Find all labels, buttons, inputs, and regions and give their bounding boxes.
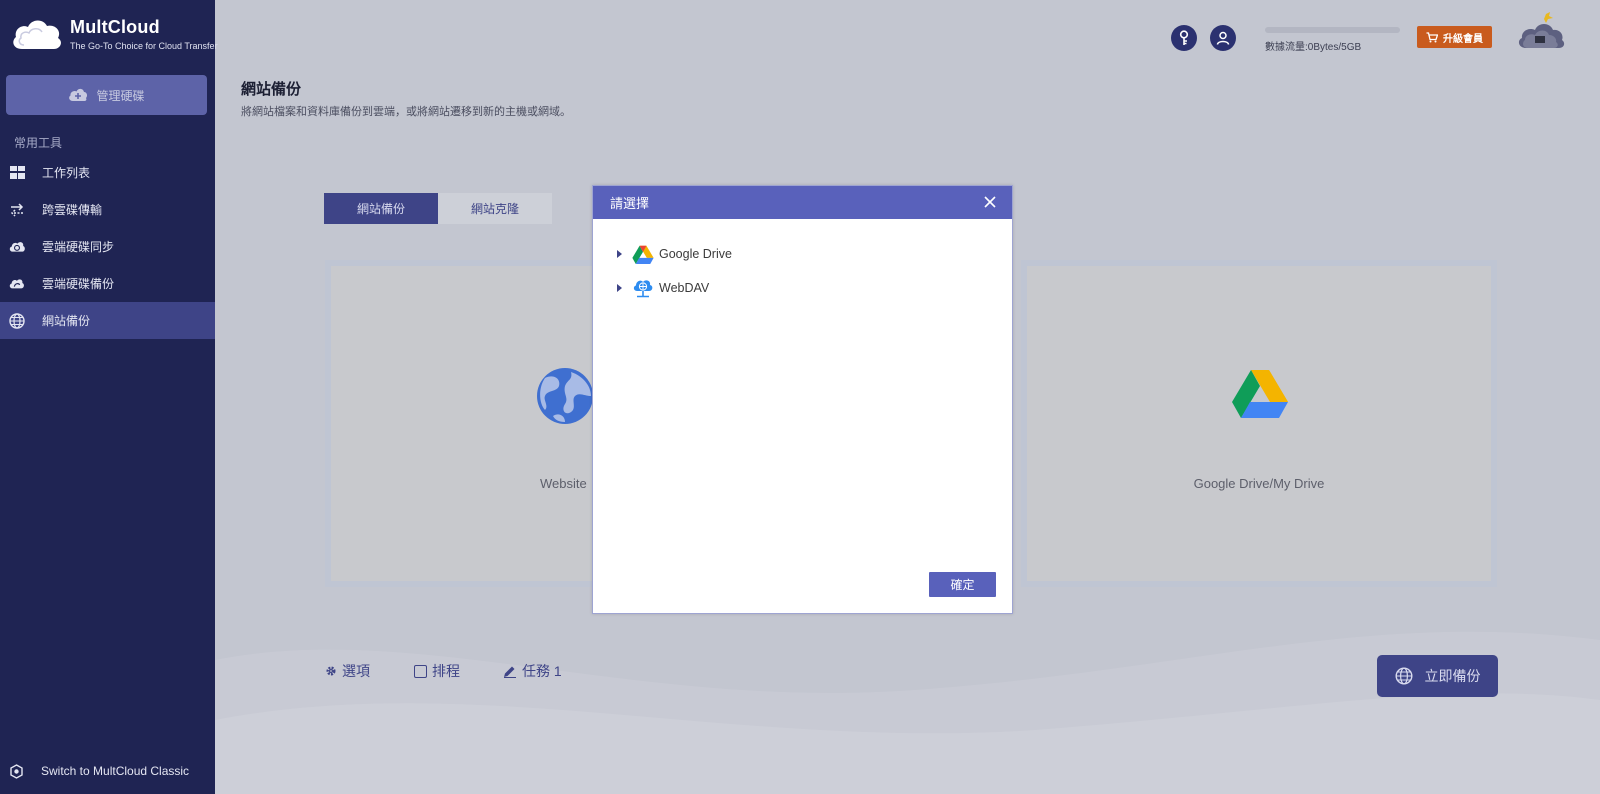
- website-globe-icon: [537, 368, 593, 424]
- schedule-label: 排程: [432, 663, 460, 679]
- key-icon: [1179, 30, 1189, 45]
- dialog-title: 請選擇: [610, 196, 650, 211]
- target-panel[interactable]: Google Drive/My Drive: [1021, 260, 1497, 587]
- sidebar-item-label: 雲端硬碟備份: [42, 277, 115, 291]
- expand-caret-icon[interactable]: [617, 284, 622, 292]
- close-icon[interactable]: [982, 194, 998, 210]
- sidebar-item-label: 工作列表: [42, 166, 91, 180]
- select-dialog: 請選擇 Google Drive WebDAV 確定: [592, 185, 1013, 614]
- traffic-text: 數據流量:0Bytes/5GB: [1265, 42, 1362, 53]
- tree-item-webdav[interactable]: WebDAV: [617, 276, 709, 300]
- account-avatar[interactable]: [1516, 10, 1566, 55]
- page-title: 網站備份: [241, 81, 302, 98]
- sidebar-item-label: 網站備份: [42, 314, 91, 328]
- background-waves: [215, 631, 1600, 794]
- tab-website-clone[interactable]: 網站克隆: [438, 193, 552, 224]
- schedule-checkbox[interactable]: 排程: [414, 661, 460, 681]
- switch-classic-label: Switch to MultCloud Classic: [41, 764, 190, 778]
- dialog-header: 請選擇: [593, 186, 1012, 219]
- globe-icon: [1394, 667, 1413, 685]
- manage-drives-label: 管理硬碟: [96, 88, 145, 103]
- task-name-label: 任務 1: [522, 663, 562, 679]
- sidebar-item-task-list[interactable]: 工作列表: [0, 154, 215, 191]
- google-drive-icon: [1232, 370, 1288, 418]
- google-drive-icon: [632, 245, 654, 264]
- sidebar-item-cloud-transfer[interactable]: 跨雲碟傳輸: [0, 191, 215, 228]
- brand-tagline: The Go-To Choice for Cloud Transfer: [70, 40, 218, 51]
- sidebar: MultCloud The Go-To Choice for Cloud Tra…: [0, 0, 218, 794]
- traffic-progress-bar: [1265, 27, 1400, 33]
- key-button[interactable]: [1171, 25, 1197, 51]
- sidebar-item-website-backup[interactable]: 網站備份: [0, 302, 215, 339]
- transfer-arrows-icon: [9, 202, 25, 218]
- options-button[interactable]: 選項: [325, 661, 370, 681]
- confirm-button[interactable]: 確定: [929, 572, 996, 597]
- target-label: Google Drive/My Drive: [1193, 476, 1325, 491]
- sidebar-item-label: 雲端硬碟同步: [42, 240, 115, 254]
- gear-icon: [326, 666, 336, 676]
- sidebar-item-label: 跨雲碟傳輸: [42, 203, 103, 217]
- tab-website-backup[interactable]: 網站備份: [324, 193, 438, 224]
- webdav-icon: [633, 280, 653, 298]
- user-button[interactable]: [1210, 25, 1236, 51]
- tree-item-label: Google Drive: [659, 247, 732, 261]
- brand-name: MultCloud: [70, 16, 160, 37]
- tree-item-google-drive[interactable]: Google Drive: [617, 242, 732, 266]
- backup-now-button[interactable]: 立即備份: [1377, 655, 1498, 697]
- task-name-button[interactable]: 任務 1: [503, 661, 562, 681]
- pencil-icon: [504, 666, 516, 678]
- source-label: Website: [540, 476, 587, 491]
- backup-now-label: 立即備份: [1424, 668, 1481, 684]
- sidebar-item-cloud-sync[interactable]: 雲端硬碟同步: [0, 228, 215, 265]
- checkbox-icon: [414, 664, 427, 678]
- tree-item-label: WebDAV: [659, 281, 710, 295]
- user-icon: [1216, 31, 1230, 45]
- manage-drives-button[interactable]: 管理硬碟: [6, 75, 207, 115]
- grid-icon: [9, 165, 25, 181]
- switch-classic-link[interactable]: Switch to MultCloud Classic: [0, 758, 215, 784]
- globe-icon: [9, 312, 25, 329]
- cloud-avatar-icon: [1518, 12, 1565, 48]
- cloud-backup-icon: [9, 276, 25, 292]
- switch-icon: [9, 763, 24, 779]
- options-label: 選項: [342, 663, 370, 679]
- cart-icon: [1426, 31, 1438, 42]
- multcloud-logo-icon: [13, 20, 61, 49]
- upgrade-label: 升級會員: [1443, 33, 1483, 45]
- source-panel[interactable]: Website: [325, 260, 608, 587]
- sidebar-item-cloud-backup[interactable]: 雲端硬碟備份: [0, 265, 215, 302]
- cloud-sync-icon: [9, 239, 25, 255]
- page-description: 將網站檔案和資料庫備份到雲端，或將網站遷移到新的主機或網域。: [241, 106, 571, 118]
- expand-caret-icon[interactable]: [617, 250, 622, 258]
- common-tools-label: 常用工具: [14, 136, 63, 150]
- cloud-add-icon: [69, 88, 88, 101]
- logo[interactable]: MultCloud The Go-To Choice for Cloud Tra…: [10, 14, 218, 54]
- upgrade-button[interactable]: 升級會員: [1417, 26, 1492, 48]
